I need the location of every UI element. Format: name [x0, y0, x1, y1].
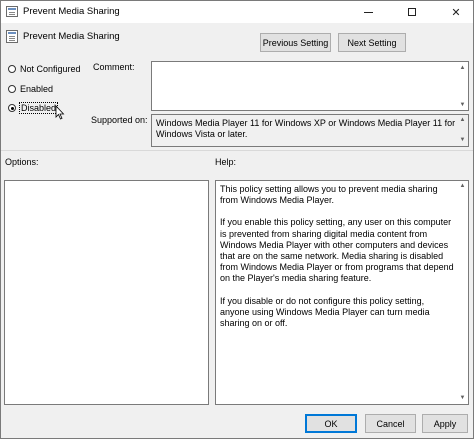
radio-label: Disabled — [19, 102, 59, 114]
cancel-button[interactable]: Cancel — [365, 414, 416, 433]
help-paragraph: This policy setting allows you to preven… — [220, 184, 438, 206]
help-label: Help: — [215, 157, 237, 167]
help-panel[interactable]: This policy setting allows you to preven… — [215, 180, 469, 405]
radio-label: Not Configured — [20, 64, 81, 74]
scroll-up-icon[interactable]: ▲ — [458, 116, 467, 125]
supported-on-field: Windows Media Player 11 for Windows XP o… — [151, 114, 469, 147]
scroll-down-icon[interactable]: ▼ — [458, 136, 467, 145]
scroll-down-icon[interactable]: ▼ — [458, 100, 467, 109]
policy-icon — [6, 6, 18, 17]
minimize-icon — [363, 11, 373, 13]
mouse-pointer-icon — [55, 105, 65, 120]
scroll-up-icon[interactable]: ▲ — [458, 182, 467, 191]
options-label: Options: — [5, 157, 39, 167]
supported-on-label: Supported on: — [91, 115, 148, 125]
options-panel — [4, 180, 209, 405]
title-bar[interactable]: Prevent Media Sharing ✕ — [1, 1, 473, 23]
help-paragraph: If you disable or do not configure this … — [220, 295, 430, 329]
setting-title: Prevent Media Sharing — [23, 31, 120, 42]
close-icon: ✕ — [451, 6, 461, 19]
close-button[interactable]: ✕ — [441, 1, 471, 23]
policy-dialog: Prevent Media Sharing ✕ Prevent Media Sh… — [0, 0, 474, 439]
apply-button[interactable]: Apply — [422, 414, 468, 433]
radio-disabled[interactable]: Disabled — [8, 102, 59, 114]
window-title: Prevent Media Sharing — [23, 6, 120, 17]
radio-circle-icon[interactable] — [8, 85, 16, 93]
radio-selected-icon[interactable] — [8, 104, 16, 112]
radio-label: Enabled — [20, 84, 54, 94]
scroll-up-icon[interactable]: ▲ — [458, 63, 467, 72]
supported-on-value: Windows Media Player 11 for Windows XP o… — [156, 118, 456, 139]
previous-setting-button[interactable]: Previous Setting — [260, 33, 331, 52]
next-setting-button[interactable]: Next Setting — [338, 33, 406, 52]
setting-icon — [6, 30, 18, 43]
ok-button[interactable]: OK — [305, 414, 357, 433]
radio-enabled[interactable]: Enabled — [8, 84, 53, 94]
help-paragraph: If you enable this policy setting, any u… — [220, 217, 454, 284]
radio-not-configured[interactable]: Not Configured — [8, 64, 81, 74]
minimize-button[interactable] — [353, 1, 383, 23]
divider — [1, 150, 473, 151]
maximize-icon — [408, 8, 416, 16]
comment-textarea[interactable]: ▲ ▼ — [151, 61, 469, 111]
radio-circle-icon[interactable] — [8, 65, 16, 73]
comment-label: Comment: — [93, 62, 135, 72]
maximize-button[interactable] — [397, 1, 427, 23]
scroll-down-icon[interactable]: ▼ — [458, 394, 467, 403]
